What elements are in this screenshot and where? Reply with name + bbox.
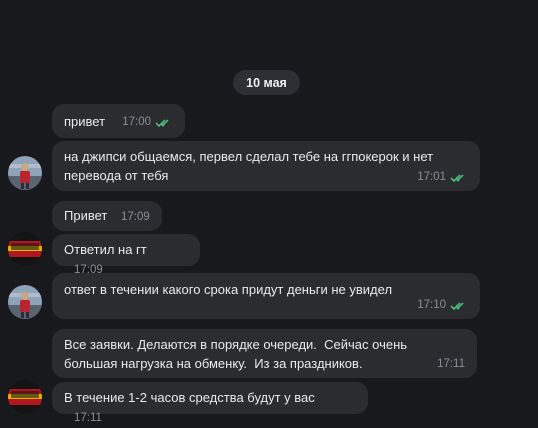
message-text: ответ в течении какого срока придут день… xyxy=(64,282,393,297)
partner-logo-icon xyxy=(8,380,42,414)
message-text: на джипси общаемся, первел сделал тебе н… xyxy=(64,149,434,183)
date-label: 10 мая xyxy=(246,75,287,90)
message-time: 17:11 xyxy=(74,412,102,424)
message-time: 17:09 xyxy=(120,211,150,223)
message-time: 17:01 xyxy=(417,171,446,183)
person-photo-icon xyxy=(8,285,42,319)
message-bubble-1[interactable]: привет 17:00 xyxy=(52,104,185,138)
double-check-icon xyxy=(450,301,464,310)
message-bubble-4[interactable]: Ответил на гт 17:09 xyxy=(52,234,200,276)
message-text: Все заявки. Делаются в порядке очереди. … xyxy=(64,337,408,371)
message-text: В течение 1-2 часов средства будут у вас xyxy=(64,390,315,405)
double-check-icon xyxy=(450,173,464,182)
user-avatar[interactable] xyxy=(8,285,42,319)
message-meta: 17:11 xyxy=(437,355,465,374)
message-meta: 17:01 xyxy=(417,168,468,187)
message-time: 17:11 xyxy=(437,358,465,370)
partner-avatar[interactable] xyxy=(8,232,42,266)
double-check-icon xyxy=(155,118,169,127)
message-meta: 17:00 xyxy=(122,113,173,132)
partner-logo-icon xyxy=(8,232,42,266)
message-text: Привет xyxy=(64,208,108,223)
message-bubble-5[interactable]: ответ в течении какого срока придут день… xyxy=(52,273,480,319)
message-bubble-6[interactable]: Все заявки. Делаются в порядке очереди. … xyxy=(52,329,477,378)
user-avatar[interactable] xyxy=(8,156,42,190)
message-time: 17:10 xyxy=(417,299,446,311)
person-photo-icon xyxy=(8,156,42,190)
partner-avatar[interactable] xyxy=(8,380,42,414)
message-text: Ответил на гт xyxy=(64,242,147,257)
message-bubble-7[interactable]: В течение 1-2 часов средства будут у вас… xyxy=(52,382,368,424)
message-meta: 17:10 xyxy=(417,296,468,315)
message-text: привет xyxy=(64,114,106,129)
message-bubble-3[interactable]: Привет 17:09 xyxy=(52,201,162,231)
message-bubble-2[interactable]: на джипси общаемся, первел сделал тебе н… xyxy=(52,141,480,191)
date-separator: 10 мая xyxy=(233,70,300,95)
message-time: 17:00 xyxy=(122,116,151,128)
